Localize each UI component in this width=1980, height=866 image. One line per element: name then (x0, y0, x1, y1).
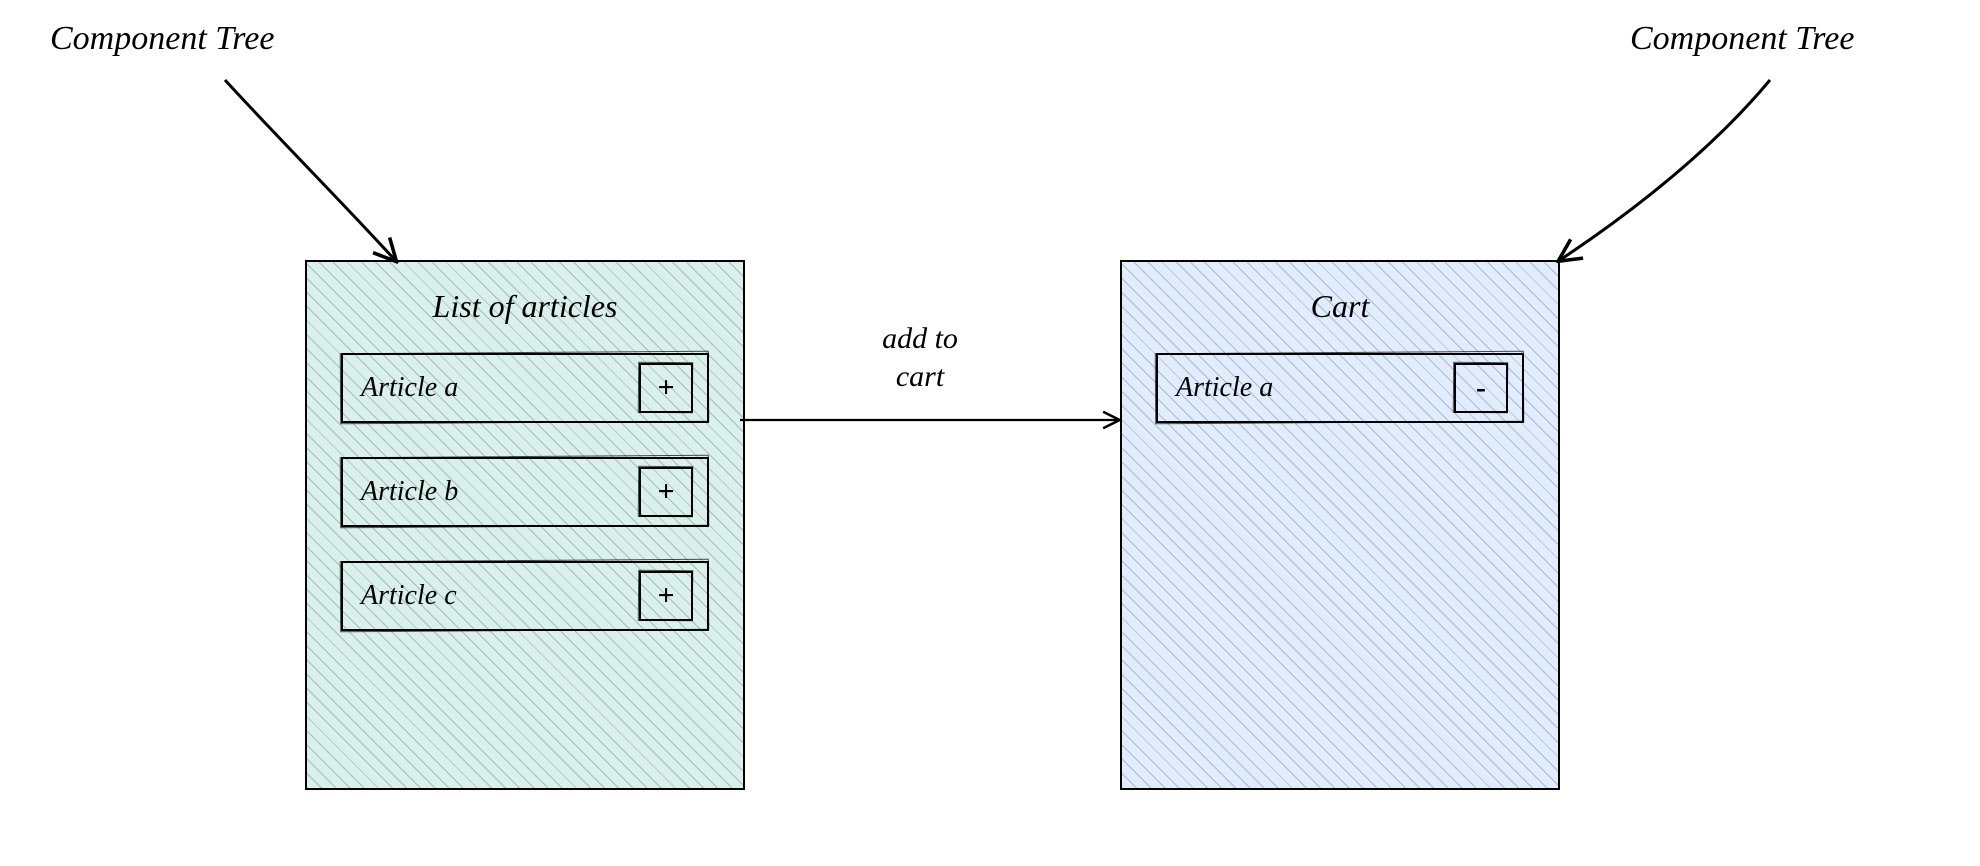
arrow-tree-to-articles (225, 80, 395, 260)
plus-icon: + (657, 371, 674, 405)
article-row: Article b + (341, 457, 709, 527)
label-component-tree-left: Component Tree (50, 20, 274, 58)
panel-cart-title: Cart (1156, 288, 1524, 325)
panel-articles: List of articles Article a + Article b +… (305, 260, 745, 790)
add-button[interactable]: + (639, 571, 693, 621)
articles-rows: Article a + Article b + Article c + (341, 353, 709, 631)
article-row: Article c + (341, 561, 709, 631)
add-button[interactable]: + (639, 363, 693, 413)
label-add-to-cart: add to cart (830, 320, 1010, 395)
article-row: Article a + (341, 353, 709, 423)
article-label: Article c (361, 580, 457, 612)
plus-icon: + (657, 475, 674, 509)
article-label: Article a (361, 372, 458, 404)
label-line1: add to (882, 322, 958, 355)
cart-rows: Article a - (1156, 353, 1524, 423)
cart-item-label: Article a (1176, 372, 1273, 404)
arrow-tree-to-cart (1560, 80, 1770, 260)
remove-button[interactable]: - (1454, 363, 1508, 413)
panel-cart: Cart Article a - (1120, 260, 1560, 790)
cart-row: Article a - (1156, 353, 1524, 423)
label-text: Component Tree (50, 20, 274, 57)
arrows-overlay (0, 0, 1980, 866)
article-label: Article b (361, 476, 458, 508)
minus-icon: - (1476, 371, 1486, 405)
label-component-tree-right: Component Tree (1630, 20, 1854, 58)
add-button[interactable]: + (639, 467, 693, 517)
label-text: Component Tree (1630, 20, 1854, 57)
label-line2: cart (896, 360, 944, 393)
panel-articles-title: List of articles (341, 288, 709, 325)
plus-icon: + (657, 579, 674, 613)
diagram-stage: Component Tree Component Tree List of ar… (0, 0, 1980, 866)
